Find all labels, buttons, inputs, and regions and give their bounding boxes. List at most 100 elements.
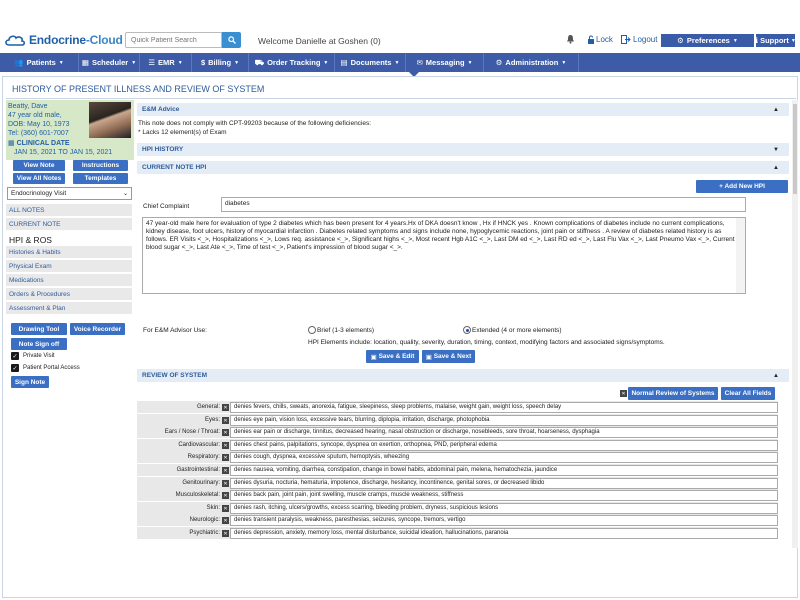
ros-clear-icon[interactable]: ✕ [222, 442, 229, 449]
ros-input[interactable]: denies fevers, chills, sweats, anorexia,… [230, 402, 778, 413]
ros-label: Psychiatric: [189, 530, 220, 536]
side-link-hpi-ros[interactable]: HPI & ROS [6, 232, 132, 247]
clinical-date-label: CLINICAL DATE [16, 140, 70, 147]
side-link-all-notes[interactable]: ALL NOTES [6, 204, 132, 217]
page-scrollbar-thumb[interactable] [793, 104, 797, 194]
ros-clear-icon[interactable]: ✕ [222, 517, 229, 524]
quick-patient-search-input[interactable] [125, 32, 222, 48]
patient-name[interactable]: Beatty, Dave [8, 102, 69, 111]
logout-label: Logout [633, 35, 658, 44]
logout-button[interactable]: Logout [621, 35, 657, 44]
nav-label: Billing [208, 58, 232, 67]
em-advice-header[interactable]: E&M Advice ▲ [137, 103, 789, 116]
page-title: HISTORY OF PRESENT ILLNESS AND REVIEW OF… [12, 84, 265, 94]
collapse-icon: ▲ [773, 373, 779, 379]
review-of-system-header[interactable]: REVIEW OF SYSTEM ▲ [137, 369, 789, 382]
chief-complaint-label: Chief Complaint [143, 203, 190, 210]
ros-input[interactable]: denies back pain, joint pain, joint swel… [230, 490, 778, 501]
ros-input[interactable]: denies eye pain, vision loss, excessive … [230, 415, 778, 426]
ros-label: Musculoskeletal: [175, 492, 220, 498]
side-link-orders[interactable]: Orders & Procedures [6, 288, 132, 301]
ros-input[interactable]: denies rash, itching, ulcers/growths, ex… [230, 503, 778, 514]
ros-input[interactable]: denies transient paralysis, weakness, pa… [230, 515, 778, 526]
ros-input[interactable]: denies nausea, vomiting, diarrhea, const… [230, 465, 778, 476]
chevron-down-icon: ▼ [467, 59, 473, 66]
nav-order-tracking[interactable]: ⛟ Order Tracking ▼ [249, 53, 335, 72]
nav-emr[interactable]: ☰ EMR ▼ [140, 53, 192, 72]
chevron-down-icon: ▼ [790, 37, 796, 44]
truck-icon: ⛟ [254, 57, 265, 67]
hpi-history-header[interactable]: HPI HISTORY ▼ [137, 143, 789, 156]
nav-scheduler[interactable]: ▦ Scheduler ▼ [79, 53, 140, 72]
chief-complaint-input[interactable]: diabetes [221, 197, 746, 212]
textarea-scrollbar[interactable] [736, 218, 745, 293]
search-button[interactable] [222, 32, 241, 48]
ros-label: Genitourinary: [182, 480, 220, 486]
instructions-button[interactable]: Instructions [73, 160, 128, 171]
ros-clear-icon[interactable]: ✕ [222, 454, 229, 461]
drawing-tool-button[interactable]: Drawing Tool [11, 323, 67, 335]
side-link-physical-exam[interactable]: Physical Exam [6, 260, 132, 273]
ros-input[interactable]: denies depression, anxiety, memory loss,… [230, 528, 778, 539]
add-new-hpi-button[interactable]: + Add New HPI [696, 180, 788, 193]
nav-documents[interactable]: ▤ Documents ▼ [335, 53, 406, 72]
hpi-textarea[interactable]: 47 year-old male here for evaluation of … [142, 217, 746, 294]
support-button[interactable]: ℹ Support ▼ [755, 34, 796, 47]
side-link-assessment[interactable]: Assessment & Plan [6, 302, 132, 315]
ros-clear-icon[interactable]: ✕ [222, 505, 229, 512]
ros-clear-icon[interactable]: ✕ [222, 530, 229, 537]
emr-icon: ☰ [148, 58, 156, 67]
ros-clear-icon[interactable]: ✕ [222, 417, 229, 424]
visit-type-select[interactable]: Endocrinology Visit ⌄ [7, 187, 132, 200]
extended-radio[interactable] [463, 326, 471, 334]
chevron-down-icon: ▼ [177, 59, 183, 66]
nav-label: Administration [505, 58, 559, 67]
preferences-button[interactable]: ⚙ Preferences ▼ [661, 34, 754, 47]
lock-button[interactable]: Lock [587, 35, 613, 44]
side-link-current-note[interactable]: CURRENT NOTE [6, 218, 132, 231]
app-logo[interactable]: Endocrine-Cloud [4, 30, 123, 50]
section-title: HPI HISTORY [142, 146, 184, 153]
ros-label: Cardiovascular: [178, 442, 220, 448]
ros-input[interactable]: denies chest pains, palpitations, syncop… [230, 440, 778, 451]
brief-radio[interactable] [308, 326, 316, 334]
normal-ros-button[interactable]: Normal Review of Systems [628, 387, 718, 400]
note-sign-off-button[interactable]: Note Sign off [11, 338, 67, 350]
voice-recorder-button[interactable]: Voice Recorder [70, 323, 125, 335]
ros-input[interactable]: denies dysuria, nocturia, hematuria, imp… [230, 478, 778, 489]
calendar-icon: ▦ [8, 140, 15, 147]
bell-icon[interactable] [566, 34, 575, 44]
em-advisor-label: For E&M Advisor Use: [143, 327, 207, 334]
clear-all-fields-button[interactable]: Clear All Fields [721, 387, 775, 400]
nav-billing[interactable]: $ Billing ▼ [192, 53, 249, 72]
save-next-button[interactable]: ▣ Save & Next [422, 350, 475, 363]
view-note-button[interactable]: View Note [13, 160, 65, 171]
nav-messaging[interactable]: ✉ Messaging ▼ [406, 53, 484, 72]
ros-input[interactable]: denies ear pain or discharge, tinnitus, … [230, 427, 778, 438]
view-all-notes-button[interactable]: View All Notes [13, 173, 65, 184]
nav-administration[interactable]: ⚙ Administration ▼ [484, 53, 579, 72]
ros-input[interactable]: denies cough, dyspnea, excessive sputum,… [230, 452, 778, 463]
ros-clear-icon[interactable]: ✕ [222, 429, 229, 436]
ros-clear-icon[interactable]: ✕ [620, 390, 627, 397]
patient-portal-checkbox[interactable]: ✓ [11, 364, 19, 372]
sign-note-button[interactable]: Sign Note [11, 376, 49, 388]
ros-clear-icon[interactable]: ✕ [222, 404, 229, 411]
templates-button[interactable]: Templates [73, 173, 128, 184]
em-advice-line1: This note does not comply with CPT-99203… [138, 120, 372, 127]
people-icon: 👥 [14, 58, 24, 67]
side-link-histories[interactable]: Histories & Habits [6, 246, 132, 259]
documents-icon: ▤ [340, 58, 348, 67]
ros-clear-icon[interactable]: ✕ [222, 480, 229, 487]
patient-dob: DOB: May 10, 1973 [8, 121, 70, 128]
collapse-icon: ▲ [773, 165, 779, 171]
private-visit-checkbox[interactable]: ✓ [11, 352, 19, 360]
nav-patients[interactable]: 👥 Patients ▼ [0, 53, 79, 72]
preferences-label: Preferences [686, 36, 730, 45]
side-link-medications[interactable]: Medications [6, 274, 132, 287]
ros-clear-icon[interactable]: ✕ [222, 492, 229, 499]
patient-tel: Tel: (360) 601-7007 [8, 130, 69, 137]
save-edit-button[interactable]: ▣ Save & Edit [366, 350, 419, 363]
current-note-hpi-header[interactable]: CURRENT NOTE HPI ▲ [137, 161, 789, 174]
ros-clear-icon[interactable]: ✕ [222, 467, 229, 474]
